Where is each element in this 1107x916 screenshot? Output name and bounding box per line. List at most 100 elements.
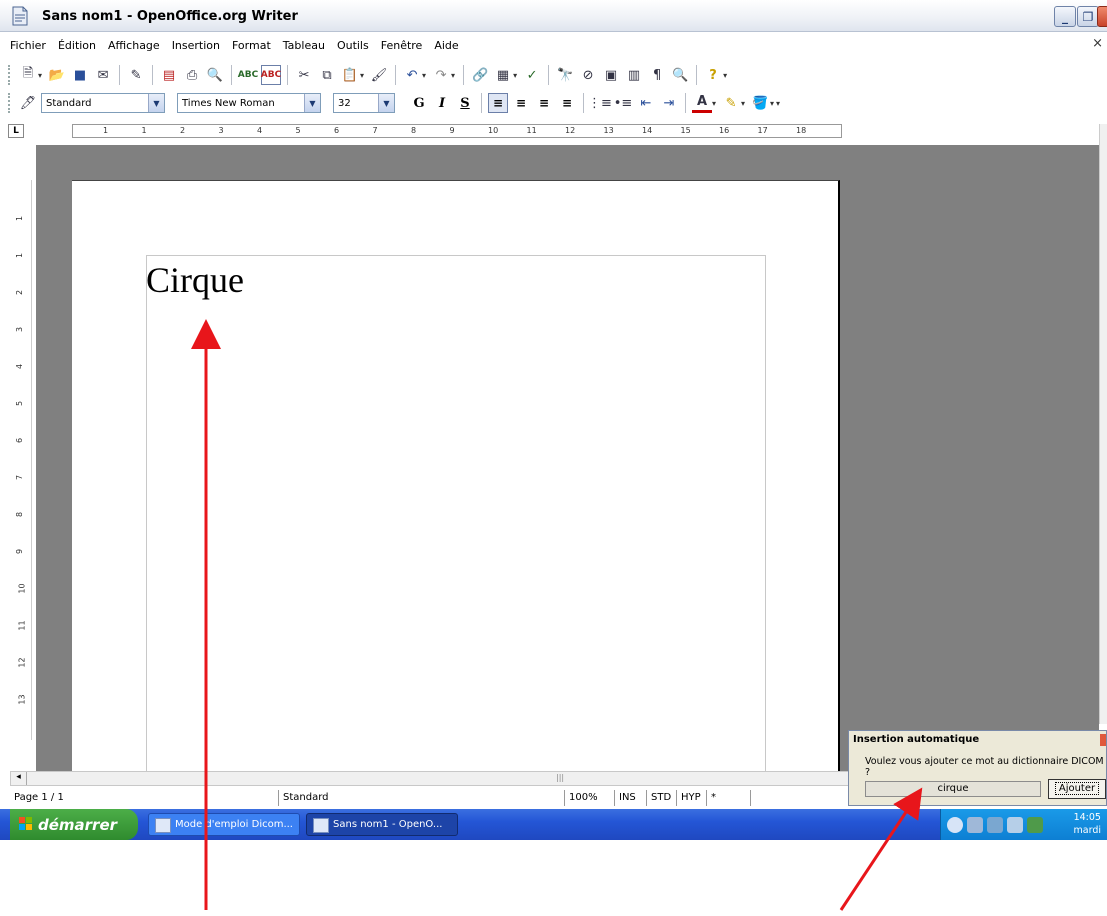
font-color-icon[interactable]: A	[692, 93, 712, 113]
menu-aide[interactable]: Aide	[434, 39, 458, 52]
scroll-left-icon[interactable]: ◂	[11, 772, 27, 785]
hyperlink-icon[interactable]: 🔗	[470, 65, 490, 85]
background-color-dropdown-icon[interactable]: ▾	[770, 99, 774, 108]
taskbar-item-writer[interactable]: Sans nom1 - OpenO...	[306, 813, 458, 836]
align-left-button[interactable]: ≡	[488, 93, 508, 113]
justify-button[interactable]: ≡	[557, 93, 577, 113]
users-icon[interactable]	[1027, 817, 1043, 833]
menu-outils[interactable]: Outils	[337, 39, 369, 52]
page-indicator[interactable]: Page 1 / 1	[10, 790, 64, 806]
format-paintbrush-icon[interactable]: 🖌	[369, 65, 389, 85]
close-button[interactable]	[1097, 6, 1107, 27]
menu-affichage[interactable]: Affichage	[108, 39, 160, 52]
undo-dropdown-icon[interactable]: ▾	[422, 71, 426, 80]
underline-button[interactable]: S	[455, 93, 475, 113]
zoom-icon[interactable]: 🔍	[670, 65, 690, 85]
cut-icon[interactable]: ✂	[294, 65, 314, 85]
font-size-combo[interactable]: 32 ▼	[333, 93, 395, 113]
align-center-button[interactable]: ≡	[511, 93, 531, 113]
word-field[interactable]: cirque	[865, 781, 1041, 797]
document-text[interactable]: Cirque	[146, 259, 244, 301]
undo-icon[interactable]: ↶	[402, 65, 422, 85]
print-icon[interactable]: ⎙	[182, 65, 202, 85]
hyperlink-mode-indicator[interactable]: HYP	[676, 790, 701, 806]
table-icon[interactable]: ▦	[493, 65, 513, 85]
toolbar-grip[interactable]	[8, 93, 11, 113]
email-icon[interactable]: ✉	[93, 65, 113, 85]
bold-button[interactable]: G	[409, 93, 429, 113]
toolbar-grip[interactable]	[8, 65, 11, 85]
numbering-icon[interactable]: ⋮≡	[588, 93, 612, 113]
page-style-indicator[interactable]: Standard	[278, 790, 329, 806]
autospellcheck-icon[interactable]: ABC	[261, 65, 281, 85]
background-color-icon[interactable]: 🪣	[750, 93, 770, 113]
connection-icon[interactable]	[1007, 817, 1023, 833]
menu-fenetre[interactable]: Fenêtre	[381, 39, 423, 52]
chevron-down-icon[interactable]: ▼	[148, 94, 164, 112]
show-hidden-icons-icon[interactable]	[947, 817, 963, 833]
italic-button[interactable]: I	[432, 93, 452, 113]
edit-file-icon[interactable]: ✎	[126, 65, 146, 85]
chevron-down-icon[interactable]: ▼	[378, 94, 394, 112]
export-pdf-icon[interactable]: ▤	[159, 65, 179, 85]
align-right-button[interactable]: ≡	[534, 93, 554, 113]
redo-dropdown-icon[interactable]: ▾	[451, 71, 455, 80]
highlighting-icon[interactable]: ✎	[721, 93, 741, 113]
selection-mode-indicator[interactable]: STD	[646, 790, 671, 806]
font-color-dropdown-icon[interactable]: ▾	[712, 99, 716, 108]
minimize-button[interactable]: _	[1054, 6, 1076, 27]
increase-indent-icon[interactable]: ⇥	[659, 93, 679, 113]
start-button[interactable]: démarrer	[10, 809, 138, 840]
menu-tableau[interactable]: Tableau	[283, 39, 325, 52]
document-page[interactable]: Cirque	[72, 180, 840, 780]
tab-stop-selector[interactable]: L	[8, 124, 24, 138]
add-button[interactable]: Ajouter	[1048, 779, 1106, 799]
zoom-indicator[interactable]: 100%	[564, 790, 598, 806]
find-replace-icon[interactable]: 🔭	[555, 65, 575, 85]
gallery-icon[interactable]: ▣	[601, 65, 621, 85]
vertical-ruler[interactable]: 1 1 2 3 4 5 6 7 8 9 10 11 12 13	[12, 180, 32, 740]
paragraph-style-combo[interactable]: Standard ▼	[41, 93, 165, 113]
styles-formatting-icon[interactable]: 🖊	[18, 93, 38, 113]
taskbar-item-word-doc[interactable]: Mode d'emploi Dicom...	[148, 813, 300, 836]
page-preview-icon[interactable]: 🔍	[205, 65, 225, 85]
scroll-thumb-grip[interactable]: |||	[556, 773, 564, 782]
menu-fichier[interactable]: Fichier	[10, 39, 46, 52]
close-document-icon[interactable]: ×	[1092, 36, 1103, 51]
highlighting-dropdown-icon[interactable]: ▾	[741, 99, 745, 108]
show-draw-functions-icon[interactable]: ✓	[522, 65, 542, 85]
horizontal-scrollbar[interactable]: ◂ |||	[10, 771, 850, 786]
paste-dropdown-icon[interactable]: ▾	[360, 71, 364, 80]
restore-button[interactable]: ❐	[1077, 6, 1099, 27]
redo-icon[interactable]: ↷	[431, 65, 451, 85]
decrease-indent-icon[interactable]: ⇤	[636, 93, 656, 113]
document-area[interactable]: Cirque	[36, 145, 1099, 780]
vertical-scrollbar[interactable]	[1099, 124, 1107, 724]
menu-edition[interactable]: Édition	[58, 39, 96, 52]
clock[interactable]: 14:05 mardi	[1074, 811, 1101, 837]
font-name-combo[interactable]: Times New Roman ▼	[177, 93, 321, 113]
toolbar-options-icon[interactable]: ▾	[723, 71, 727, 80]
formatting-marks-icon[interactable]: ¶	[647, 65, 667, 85]
insert-mode-indicator[interactable]: INS	[614, 790, 636, 806]
network-icon[interactable]	[967, 817, 983, 833]
table-dropdown-icon[interactable]: ▾	[513, 71, 517, 80]
menu-insertion[interactable]: Insertion	[172, 39, 220, 52]
data-sources-icon[interactable]: ▥	[624, 65, 644, 85]
save-icon[interactable]: ■	[70, 65, 90, 85]
menu-format[interactable]: Format	[232, 39, 271, 52]
new-document-icon[interactable]: 🗎	[18, 65, 38, 85]
paste-icon[interactable]: 📋	[340, 65, 360, 85]
new-dropdown-icon[interactable]: ▾	[38, 71, 42, 80]
open-folder-icon[interactable]: 📂	[47, 65, 67, 85]
horizontal-ruler[interactable]: 1 1 2 3 4 5 6 7 8 9 10 11 12 13 14 15 16 17 18	[72, 124, 842, 138]
navigator-icon[interactable]: ⊘	[578, 65, 598, 85]
dialog-close-icon[interactable]	[1100, 734, 1106, 746]
chevron-down-icon[interactable]: ▼	[304, 94, 320, 112]
spellcheck-icon[interactable]: ABC	[238, 65, 258, 85]
help-icon[interactable]: ?	[703, 65, 723, 85]
bullets-icon[interactable]: •≡	[613, 93, 633, 113]
display-icon[interactable]	[987, 817, 1003, 833]
toolbar-options-icon[interactable]: ▾	[776, 99, 780, 108]
copy-icon[interactable]: ⧉	[317, 65, 337, 85]
